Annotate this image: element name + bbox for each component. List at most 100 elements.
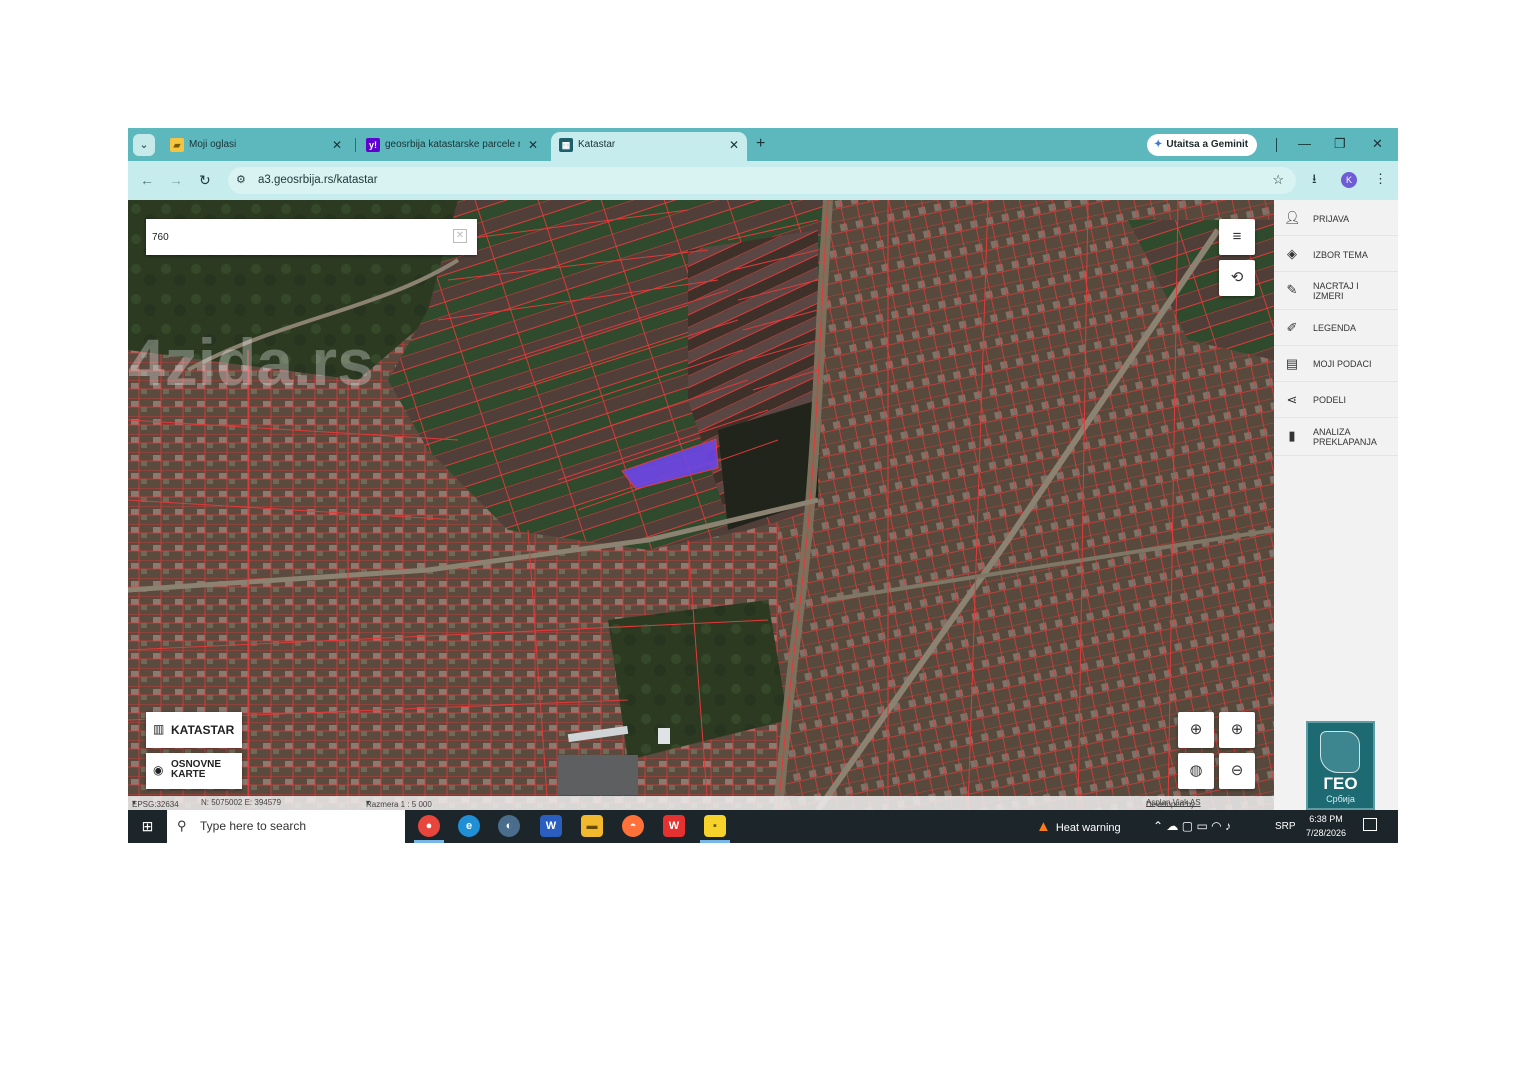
file-explorer-icon[interactable]: ▬: [581, 815, 603, 837]
tab-katastar[interactable]: ▦ Katastar ✕: [551, 132, 747, 161]
tab-geosrbija-search[interactable]: y! geosrbija katastarske parcele m ✕: [358, 132, 546, 161]
sidebar-item-legenda[interactable]: ✐ LEGENDA: [1274, 310, 1398, 346]
refresh-map-button[interactable]: ⟲: [1219, 260, 1255, 296]
clipboard-icon: ▮: [1288, 428, 1296, 443]
zoom-out-button[interactable]: ⊖: [1219, 753, 1255, 789]
serbia-map-emblem: [1320, 731, 1360, 773]
windows-taskbar: ⊞ ⚲ Type here to search ● e ◐ W ▬ ◓ W ▪ …: [128, 810, 1398, 843]
developer-credit: Developed by Asplan Viak AS: [1146, 798, 1201, 809]
firefox-app-icon[interactable]: ◓: [622, 815, 644, 837]
geosrbija-icon: ▦: [559, 138, 573, 152]
back-button[interactable]: ←: [140, 171, 154, 189]
briefcase-icon: ▤: [1285, 356, 1299, 371]
address-toolbar: ← → ↻ ⚙ a3.geosrbija.rs/katastar ☆ ⭳ K ⋮: [128, 161, 1398, 200]
toolbar-separator: [1276, 138, 1277, 152]
locate-button[interactable]: ⊕: [1178, 712, 1214, 748]
taskbar-search[interactable]: ⚲ Type here to search: [167, 810, 405, 843]
sparkle-icon: ✦: [1154, 139, 1163, 150]
tab-separator: [355, 138, 356, 152]
tab-search-button[interactable]: ⌄: [133, 134, 155, 156]
layers-menu-button[interactable]: ≡: [1219, 219, 1255, 255]
globe-icon: ◍: [1189, 762, 1203, 779]
close-window-button[interactable]: ✕: [1372, 134, 1383, 154]
reload-button[interactable]: ↻: [199, 171, 211, 189]
bookmark-star-icon[interactable]: ☆: [1272, 171, 1284, 189]
maximize-button[interactable]: ❐: [1334, 134, 1346, 154]
sticky-notes-icon[interactable]: ▪: [704, 815, 726, 837]
scale-selector[interactable]: Razmera 1 : 5 000 ▾: [366, 798, 432, 809]
site-info-icon[interactable]: ⚙: [236, 171, 246, 189]
url-text[interactable]: a3.geosrbija.rs/katastar: [258, 171, 378, 189]
epsg-selector[interactable]: EPSG:32634 ▾: [132, 798, 179, 809]
refresh-icon: ⟲: [1230, 269, 1244, 286]
parcel-search-box: ✕: [146, 219, 477, 255]
map-canvas[interactable]: 4zida.rs ✕ ≡ ⟲ ⊕ ⊕ ◍ ⊖ ▥ KATASTAR ◉ OSNO…: [128, 200, 1274, 810]
sidebar-item-podeli[interactable]: ⋖ PODELI: [1274, 382, 1398, 418]
start-button[interactable]: ⊞: [128, 810, 167, 843]
map-status-bar: EPSG:32634 ▾ N: 5075002 E: 394579 Razmer…: [128, 796, 1274, 810]
user-icon: 👤︎: [1284, 210, 1301, 225]
geosrbija-logo: ГЕО Србија: [1306, 721, 1375, 810]
warning-icon: ▲: [1036, 818, 1051, 835]
tab-close-icon[interactable]: ✕: [528, 132, 538, 158]
share-icon: ⋖: [1286, 392, 1298, 407]
wifi-icon: ◠: [1211, 819, 1222, 833]
profile-avatar[interactable]: K: [1341, 172, 1357, 188]
basemap-globe-icon: ◉: [153, 763, 164, 777]
tab-bar: ⌄ ▰ Moji oglasi ✕ y! geosrbija katastarske…: [128, 128, 1398, 161]
reload-icon: ↻: [199, 172, 211, 188]
battery-icon: ▭: [1196, 819, 1208, 833]
sidebar-item-moji-podaci[interactable]: ▤ MOJI PODACI: [1274, 346, 1398, 382]
globe-button[interactable]: ◍: [1178, 753, 1214, 789]
active-app-indicator: [414, 840, 444, 843]
sidebar-item-prijava[interactable]: 👤︎ PRIJAVA: [1274, 200, 1398, 236]
chrome-app-icon[interactable]: ●: [418, 815, 440, 837]
tray-icons[interactable]: ⌃ ☁ ▢ ▭ ◠ ♪: [1153, 810, 1231, 843]
tab-close-icon[interactable]: ✕: [332, 132, 342, 158]
new-tab-button[interactable]: +: [756, 133, 765, 155]
sidebar-item-analiza-preklapanja[interactable]: ▮ ANALIZA PREKLAPANJA: [1274, 418, 1398, 456]
search-icon: ⚲: [177, 818, 187, 833]
minus-circle-icon: ⊖: [1230, 762, 1244, 779]
clear-search-icon[interactable]: ✕: [453, 229, 467, 243]
hamburger-icon: ≡: [1232, 228, 1242, 245]
notification-icon[interactable]: [1363, 818, 1377, 831]
chevron-up-icon: ⌃: [1153, 819, 1164, 833]
arrow-left-icon: ←: [140, 172, 154, 188]
windows-logo-icon: ⊞: [141, 818, 154, 834]
sidebar-item-nacrtaj-i-izmeri[interactable]: ✎ NACRTAJ I IZMERI: [1274, 272, 1398, 310]
yahoo-icon: y!: [366, 138, 380, 152]
wps-app-icon[interactable]: W: [663, 815, 685, 837]
download-button[interactable]: ⭳: [1312, 169, 1317, 189]
active-app-indicator: [700, 840, 730, 843]
app-icon[interactable]: ◐: [498, 815, 520, 837]
basemaps-button[interactable]: ◉ OSNOVNE KARTE: [146, 753, 242, 789]
tab-close-icon[interactable]: ✕: [729, 132, 739, 158]
word-app-icon[interactable]: W: [540, 815, 562, 837]
clock[interactable]: 6:38 PM 7/28/2026: [1298, 812, 1354, 840]
edge-app-icon[interactable]: e: [458, 815, 480, 837]
plus-circle-icon: ⊕: [1230, 721, 1244, 738]
language-indicator[interactable]: SRP: [1275, 810, 1296, 843]
katastar-layer-button[interactable]: ▥ KATASTAR: [146, 712, 242, 748]
crosshair-icon: ⊕: [1189, 721, 1203, 738]
layers-icon: ◈: [1287, 246, 1297, 261]
pencil-icon: ✎: [1286, 282, 1298, 297]
tab-moji-oglasi[interactable]: ▰ Moji oglasi ✕: [162, 132, 350, 161]
satellite-parcel-layer: 4zida.rs: [128, 200, 1274, 810]
volume-icon: ♪: [1224, 819, 1231, 833]
sidebar-item-izbor-tema[interactable]: ◈ IZBOR TEMA: [1274, 236, 1398, 272]
gemini-button[interactable]: ✦ Utaitsa a Geminit: [1147, 134, 1258, 156]
weather-widget[interactable]: ▲ Heat warning: [1036, 810, 1121, 843]
zoom-in-button[interactable]: ⊕: [1219, 712, 1255, 748]
minimize-button[interactable]: —: [1298, 134, 1311, 154]
watermark-text: 4zida.rs: [128, 325, 374, 399]
right-sidebar: 👤︎ PRIJAVA ◈ IZBOR TEMA ✎ NACRTAJ I IZME…: [1274, 200, 1398, 810]
onedrive-icon: ☁: [1166, 819, 1179, 833]
download-icon: ⭳: [1312, 171, 1317, 186]
brush-icon: ✐: [1286, 320, 1298, 335]
forward-button[interactable]: →: [169, 171, 183, 189]
browser-menu-button[interactable]: ⋮: [1374, 169, 1387, 189]
omnibox[interactable]: ⚙ a3.geosrbija.rs/katastar ☆: [228, 167, 1296, 194]
parcel-search-input[interactable]: [152, 228, 442, 246]
